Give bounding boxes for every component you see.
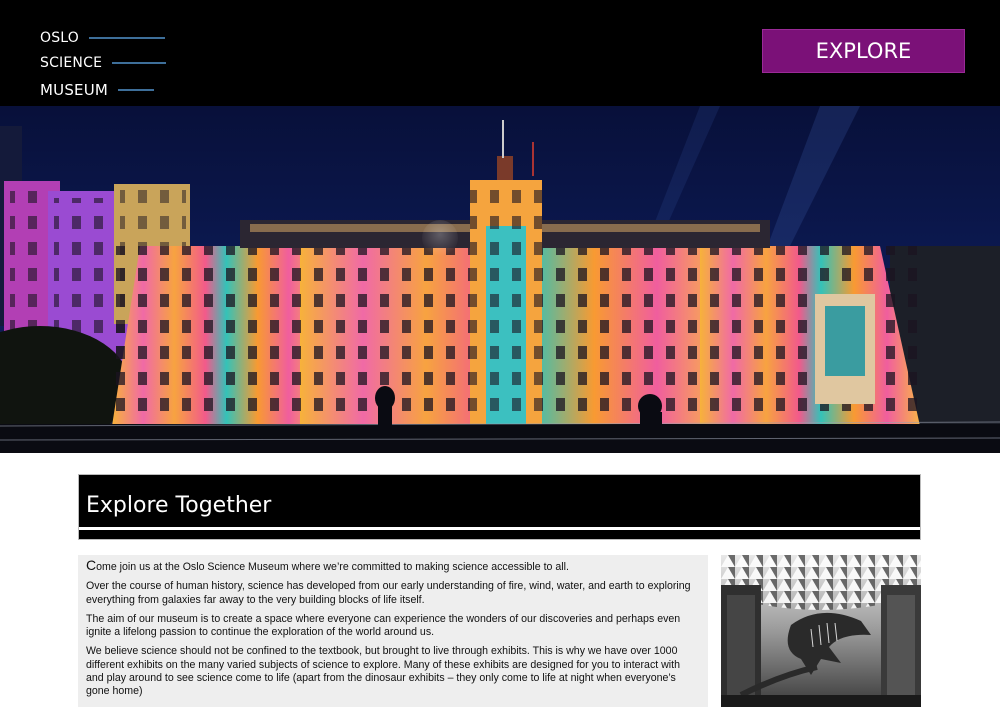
site-header: OSLO SCIENCE MUSEUM EXPLORE [0,0,1000,106]
title-underline [79,527,920,530]
section-title-bar: Explore Together [78,474,921,540]
dinosaur-skeleton-illustration [721,555,921,707]
section-title: Explore Together [86,493,272,518]
explore-button[interactable]: EXPLORE [762,29,965,73]
logo-rule [118,89,155,91]
intro-text-panel: Come join us at the Oslo Science Museum … [78,555,708,707]
logo-text-oslo: OSLO [40,30,80,46]
dropcap: C [86,557,97,573]
dinosaur-photo [721,555,921,707]
museum-logo[interactable]: OSLO SCIENCE MUSEUM [40,14,180,99]
logo-rule [89,37,166,39]
intro-paragraph-1-text: ome join us at the Oslo Science Museum w… [96,561,569,573]
logo-text-museum: MUSEUM [40,81,109,99]
intro-paragraph-1: Come join us at the Oslo Science Museum … [86,557,700,574]
intro-paragraph-3: The aim of our museum is to create a spa… [86,612,681,639]
museum-facade-illustration [0,106,1000,453]
hero-image [0,106,1000,453]
intro-paragraph-2: Over the course of human history, scienc… [86,580,691,606]
logo-text-science: SCIENCE [40,55,103,71]
logo-line-3: MUSEUM [40,80,155,100]
logo-line-2: SCIENCE [40,53,167,73]
intro-paragraph-4: We believe science should not be confine… [86,645,680,698]
logo-line-1: OSLO [40,28,166,48]
logo-rule [112,62,167,64]
